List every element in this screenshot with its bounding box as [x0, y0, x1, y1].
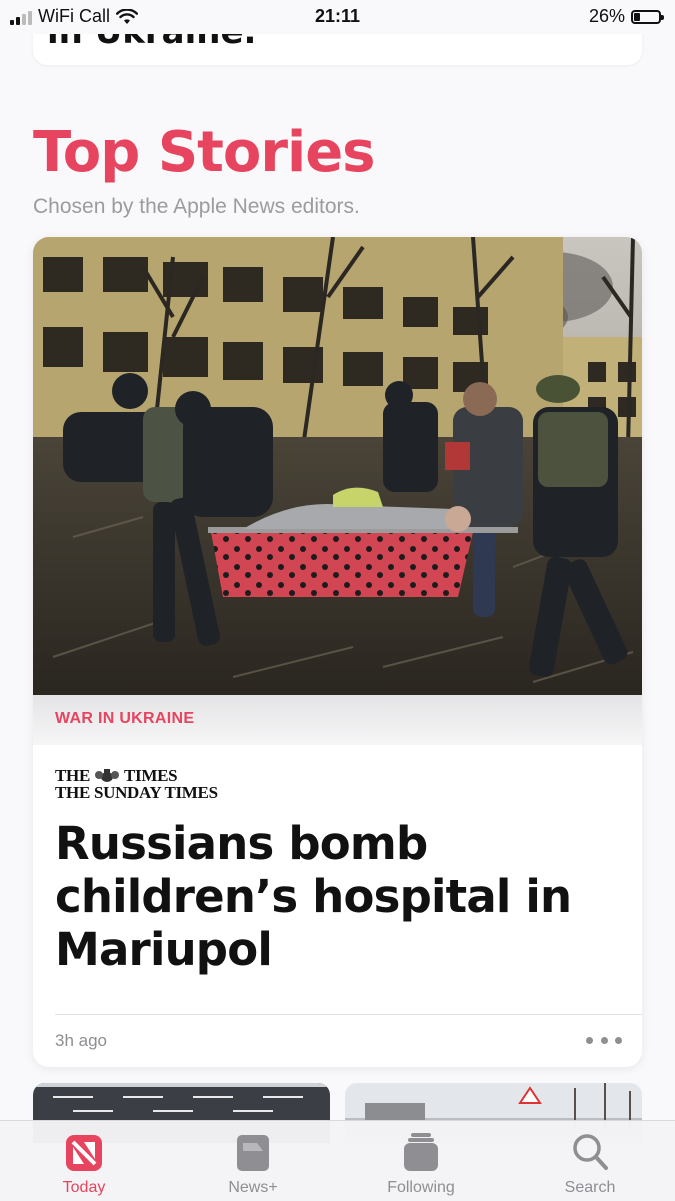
publisher-logo[interactable]: THE TIMES THE SUNDAY TIMES — [55, 767, 218, 801]
stacked-cards-icon — [404, 1133, 438, 1171]
status-right: 26% — [588, 6, 664, 27]
status-bar: WiFi Call 21:11 26% — [0, 0, 675, 34]
tab-today[interactable]: Today — [24, 1129, 144, 1197]
story-photo[interactable] — [33, 237, 642, 695]
publisher-word-1: THE — [55, 766, 91, 785]
tab-label: Following — [387, 1179, 455, 1196]
top-story-card[interactable]: WAR IN UKRAINE THE TIMES THE SUNDAY TIME… — [33, 237, 642, 1067]
ellipsis-dot — [600, 1036, 608, 1044]
royal-crest-icon — [95, 768, 120, 782]
section-title: Top Stories — [33, 120, 376, 185]
tab-search[interactable]: Search — [530, 1129, 650, 1197]
tab-bar: Today News+ Following Search — [0, 1120, 675, 1201]
publisher-line-2: THE SUNDAY TIMES — [55, 783, 218, 802]
news-logo-icon — [66, 1135, 102, 1171]
search-icon — [573, 1134, 608, 1170]
topic-band: WAR IN UKRAINE — [33, 695, 642, 745]
publisher-line-1: THE TIMES — [55, 767, 218, 784]
story-timestamp: 3h ago — [55, 1031, 107, 1050]
ellipsis-dot — [615, 1036, 622, 1044]
tab-label: Search — [564, 1179, 616, 1196]
magazine-icon — [237, 1135, 269, 1171]
battery-icon — [631, 9, 664, 24]
tab-following[interactable]: Following — [361, 1129, 481, 1197]
battery-fill — [634, 12, 640, 21]
tab-news-plus[interactable]: News+ — [193, 1129, 313, 1197]
tab-label: Today — [62, 1179, 106, 1196]
section-subtitle: Chosen by the Apple News editors. — [33, 195, 360, 218]
card-divider — [55, 1014, 642, 1015]
battery-percent: 26% — [588, 6, 625, 26]
clock: 21:11 — [314, 6, 361, 26]
publisher-word-2: TIMES — [124, 766, 178, 785]
story-headline[interactable]: Russians bomb children’s hospital in Mar… — [55, 817, 615, 976]
tab-label: News+ — [228, 1179, 278, 1196]
more-options-button[interactable] — [586, 1029, 622, 1051]
ellipsis-dot — [586, 1036, 593, 1044]
topic-label[interactable]: WAR IN UKRAINE — [55, 710, 194, 728]
